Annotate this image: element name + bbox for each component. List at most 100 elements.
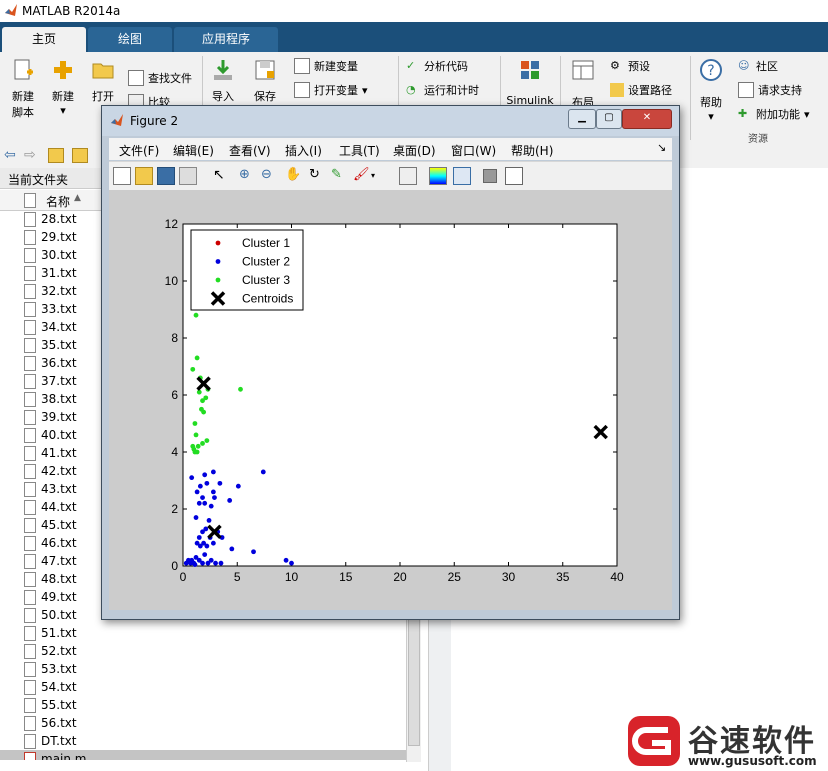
data-point [227,498,233,503]
tab-home[interactable]: 主页 [2,27,86,52]
new-script-label-2: 脚本 [12,106,34,119]
column-header-name[interactable]: 名称 [46,193,70,210]
analyze-code-button[interactable]: ✓ 分析代码 [406,58,468,74]
figure-menu-item[interactable]: 工具(T) [339,142,380,159]
file-row[interactable]: 52.txt [0,642,406,660]
file-name: 42.txt [41,464,77,478]
data-point [289,560,294,566]
file-type-column-icon [24,193,36,208]
import-button[interactable]: 导入 [206,58,240,104]
text-file-icon [24,212,36,227]
new-script-button[interactable]: 新建 脚本 [6,58,40,120]
save-workspace-button[interactable]: 保存 [248,58,282,104]
file-name: 39.txt [41,410,77,424]
data-point [210,489,216,495]
dock-arrow-icon[interactable]: ↘ [657,141,666,154]
figure-menu-item[interactable]: 桌面(D) [393,142,436,159]
forward-arrow-icon[interactable]: ⇨ [24,147,36,163]
y-tick-label: 10 [165,274,179,288]
x-tick-label: 10 [285,570,299,584]
run-and-time-label: 运行和计时 [424,84,479,97]
figure-menu-item[interactable]: 文件(F) [119,142,159,159]
maximize-icon: ▢ [604,112,614,123]
colorbar-icon[interactable] [429,167,447,185]
y-tick-label: 6 [171,388,178,402]
minimize-button[interactable]: ▁ [568,109,596,129]
hide-plot-tools-icon[interactable] [483,169,497,183]
tab-plots[interactable]: 绘图 [88,27,172,52]
plus-icon: ✚ [738,107,748,120]
chevron-down-icon[interactable]: ▾ [371,171,375,180]
figure-window[interactable]: Figure 2 ▁ ▢ ✕ 文件(F) 编辑(E) 查看(V) 插入(I) 工具(T)… [101,105,680,620]
legend-marker [215,277,221,283]
file-name: 53.txt [41,662,77,676]
layout-button[interactable]: 布局 [566,58,600,110]
file-row[interactable]: 56.txt [0,714,406,732]
request-support-label: 请求支持 [758,84,802,97]
figure-menu-item[interactable]: 编辑(E) [173,142,214,159]
figure-canvas[interactable]: 0 5 10 15 20 25 30 35 40 0 2 4 6 8 10 12 Cluster 1 Cluste… [109,190,672,610]
run-and-time-button[interactable]: ◔ 运行和计时 [406,82,479,98]
data-point [218,560,224,566]
open-file-icon[interactable] [135,167,153,185]
find-files-button[interactable]: 查找文件 [128,70,192,86]
show-plot-tools-icon[interactable] [505,167,523,185]
chevron-down-icon: ▾ [804,107,810,121]
figure-menu-item[interactable]: 帮助(H) [511,142,553,159]
figure-title-bar[interactable]: Figure 2 ▁ ▢ ✕ [102,106,679,136]
up-folder-icon[interactable] [48,148,64,163]
file-row[interactable]: 55.txt [0,696,406,714]
print-icon[interactable] [179,167,197,185]
open-button[interactable]: 打开 [86,58,120,104]
rotate-3d-icon[interactable]: ↻ [309,167,325,183]
maximize-button[interactable]: ▢ [596,109,622,129]
browse-folder-icon[interactable] [72,148,88,163]
figure-menu-item[interactable]: 窗口(W) [451,142,496,159]
zoom-out-icon[interactable]: ⊖ [261,167,277,183]
text-file-icon [24,662,36,677]
chevron-down-icon: ▾ [708,110,714,123]
file-row[interactable]: DT.txt [0,732,406,750]
save-figure-icon[interactable] [157,167,175,185]
tab-apps[interactable]: 应用程序 [174,27,278,52]
x-tick-label: 40 [610,570,624,584]
import-label: 导入 [212,90,234,103]
set-path-button[interactable]: 设置路径 [610,82,672,98]
link-plot-icon[interactable] [399,167,417,185]
data-cursor-icon[interactable]: ✎ [331,167,347,183]
addons-button[interactable]: ✚ 附加功能 ▾ [738,106,810,122]
text-file-icon [24,644,36,659]
gusu-logo-icon [628,716,680,766]
y-tick-label: 8 [171,331,178,345]
open-variable-button[interactable]: 打开变量 ▾ [294,82,368,98]
community-label: 社区 [756,60,778,73]
data-point [206,518,212,523]
text-file-icon [24,302,36,317]
new-variable-button[interactable]: 新建变量 [294,58,358,74]
zoom-in-icon[interactable]: ⊕ [239,167,255,183]
request-support-button[interactable]: 请求支持 [738,82,802,98]
file-row[interactable]: 54.txt [0,678,406,696]
scatter-plot[interactable]: 0 5 10 15 20 25 30 35 40 0 2 4 6 8 10 12 Cluster 1 Cluste… [109,190,672,610]
figure-menu-item[interactable]: 查看(V) [229,142,271,159]
new-button[interactable]: 新建 ▾ [46,58,80,117]
community-button[interactable]: ☺ 社区 [738,58,778,74]
file-row[interactable]: 53.txt [0,660,406,678]
text-file-icon [24,572,36,587]
help-button[interactable]: ? 帮助 ▾ [694,58,728,123]
pan-hand-icon[interactable]: ✋ [285,167,301,183]
simulink-button[interactable]: Simulink [504,58,556,107]
back-arrow-icon[interactable]: ⇦ [4,147,16,163]
file-name: 37.txt [41,374,77,388]
pointer-icon[interactable]: ↖ [213,167,229,183]
file-row[interactable]: main.m [0,750,406,760]
figure-menu-item[interactable]: 插入(I) [285,142,322,159]
legend-icon[interactable] [453,167,471,185]
file-row[interactable]: 51.txt [0,624,406,642]
close-button[interactable]: ✕ [622,109,672,129]
brush-icon[interactable]: 🖌 [353,167,370,183]
file-name: 35.txt [41,338,77,352]
text-file-icon [24,518,36,533]
new-figure-icon[interactable] [113,167,131,185]
preferences-button[interactable]: ⚙ 预设 [610,58,650,74]
